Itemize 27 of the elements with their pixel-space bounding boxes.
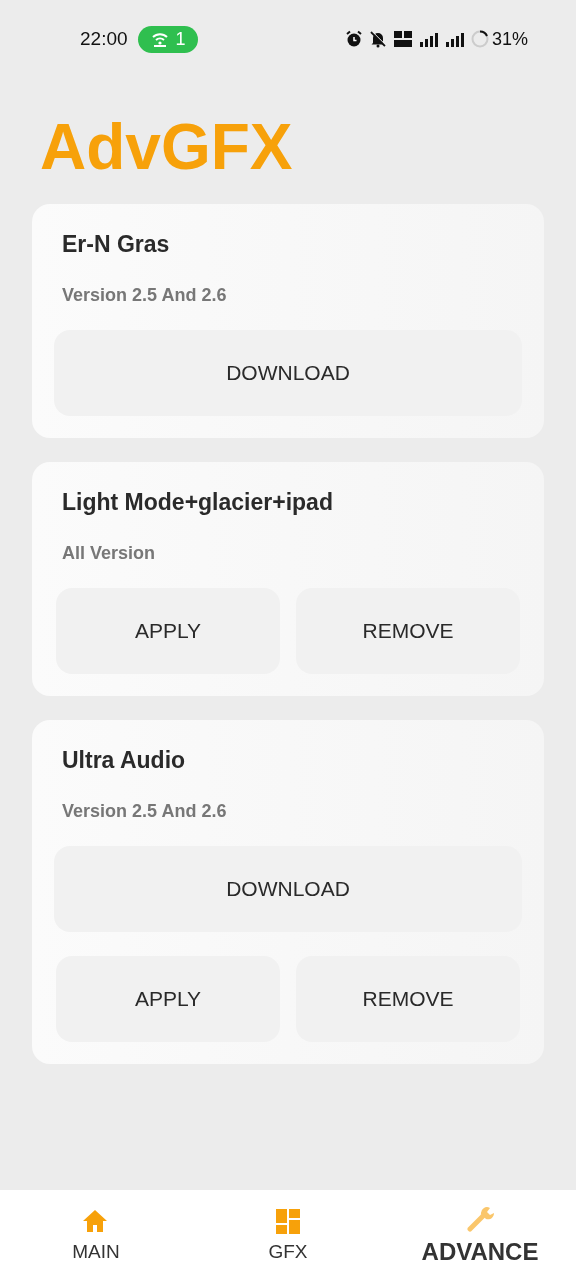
card-title: Ultra Audio bbox=[61, 746, 187, 775]
action-button[interactable]: DOWNLOAD bbox=[54, 846, 522, 932]
action-button[interactable]: APPLY bbox=[56, 588, 280, 674]
battery-ring-icon bbox=[470, 30, 489, 48]
volte-icon bbox=[392, 30, 413, 48]
bell-muted-icon bbox=[368, 30, 387, 48]
nav-tab[interactable]: GFX bbox=[192, 1190, 384, 1280]
clock-time: 22:00 bbox=[80, 28, 128, 50]
card-title: Light Mode+glacier+ipad bbox=[61, 488, 334, 517]
card-title: Er-N Gras bbox=[61, 230, 171, 259]
wrench-icon bbox=[465, 1204, 495, 1234]
card-subtitle: Version 2.5 And 2.6 bbox=[61, 800, 228, 823]
grid-icon bbox=[273, 1207, 303, 1237]
nav-tab[interactable]: MAIN bbox=[0, 1190, 192, 1280]
signal-icon bbox=[418, 31, 439, 47]
battery-level: 31% bbox=[491, 28, 528, 50]
nav-tab[interactable]: ADVANCE bbox=[384, 1190, 576, 1280]
app-title: AdvGFX bbox=[40, 110, 294, 185]
signal-icon bbox=[444, 31, 465, 47]
card-subtitle: Version 2.5 And 2.6 bbox=[61, 284, 228, 307]
action-button[interactable]: APPLY bbox=[56, 956, 280, 1042]
action-button[interactable]: REMOVE bbox=[296, 956, 520, 1042]
hotspot-badge: 1 bbox=[137, 25, 198, 53]
action-button[interactable]: REMOVE bbox=[296, 588, 520, 674]
card-subtitle: All Version bbox=[61, 542, 157, 565]
action-button[interactable]: DOWNLOAD bbox=[54, 330, 522, 416]
alarm-icon bbox=[344, 30, 363, 48]
